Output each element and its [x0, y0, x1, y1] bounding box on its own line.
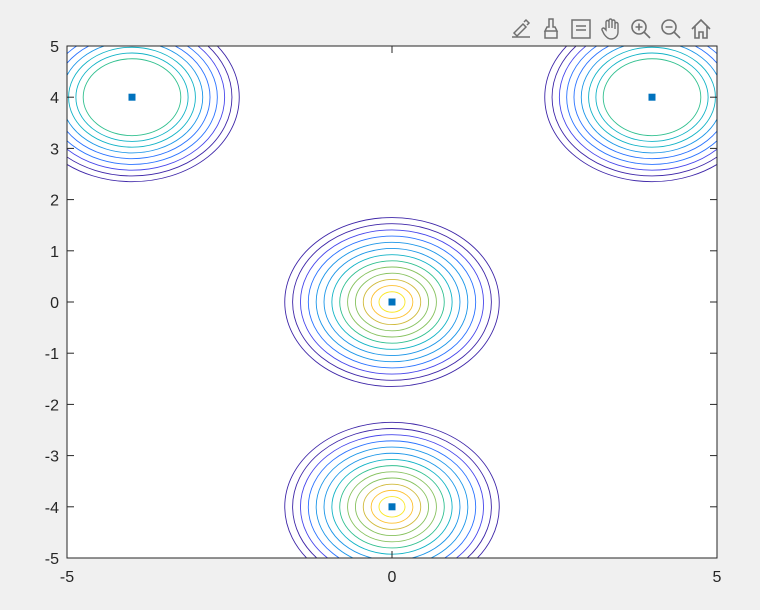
- y-tick-labels: -5 -4 -3 -2 -1 0 1 2 3 4 5: [45, 39, 59, 568]
- y-tick-label: -4: [45, 500, 59, 517]
- data-point-marker: [648, 93, 656, 101]
- y-tick-label: -3: [45, 449, 59, 466]
- data-point-marker: [388, 298, 396, 306]
- brush-button[interactable]: [536, 14, 566, 44]
- y-tick-label: -5: [45, 551, 59, 568]
- data-tips-icon: [571, 19, 591, 39]
- zoom-in-icon: [631, 19, 651, 39]
- x-tick-label: 5: [713, 569, 722, 586]
- pan-button[interactable]: [596, 14, 626, 44]
- y-tick-label: 5: [50, 39, 59, 56]
- y-tick-label: -2: [45, 397, 59, 414]
- restore-view-button[interactable]: [686, 14, 716, 44]
- x-tick-label: 0: [388, 569, 397, 586]
- y-tick-label: 4: [50, 90, 59, 107]
- data-point-marker: [388, 503, 396, 511]
- data-tips-button[interactable]: [566, 14, 596, 44]
- x-tick-labels: -5 0 5: [60, 569, 722, 586]
- figure-canvas: -5 0 5 -5 -4 -3 -2 -1 0 1 2 3 4 5: [45, 39, 722, 586]
- data-point-marker: [128, 93, 136, 101]
- zoom-out-button[interactable]: [656, 14, 686, 44]
- axes-toolbar: [506, 14, 716, 46]
- edit-plot-button[interactable]: [506, 14, 536, 44]
- edit-plot-icon: [512, 18, 531, 38]
- zoom-in-button[interactable]: [626, 14, 656, 44]
- home-icon: [691, 18, 711, 39]
- y-tick-label: 3: [50, 141, 59, 158]
- x-tick-label: -5: [60, 569, 74, 586]
- y-tick-label: 1: [50, 244, 59, 261]
- brush-icon: [543, 18, 559, 39]
- y-tick-label: 0: [50, 295, 59, 312]
- pan-hand-icon: [601, 18, 619, 40]
- zoom-out-icon: [661, 19, 681, 39]
- y-tick-label: -1: [45, 346, 59, 363]
- y-tick-label: 2: [50, 193, 59, 210]
